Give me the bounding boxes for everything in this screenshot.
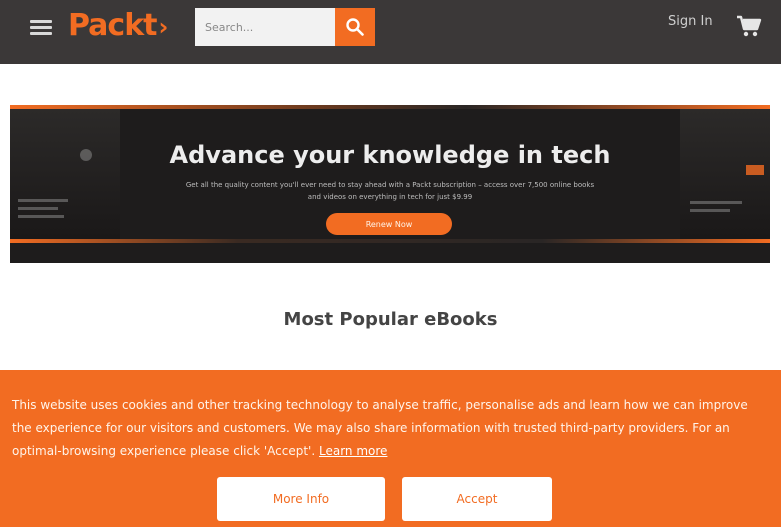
banner-right-decoration [680, 109, 770, 239]
search-button[interactable] [335, 8, 375, 46]
cookie-consent-bar: This website uses cookies and other trac… [0, 370, 781, 527]
logo-chevron-icon: › [158, 13, 169, 41]
banner-title: Advance your knowledge in tech [169, 141, 611, 169]
banner-cta-button[interactable]: Renew Now [326, 213, 452, 235]
banner-left-decoration [10, 109, 120, 239]
learn-more-link[interactable]: Learn more [319, 444, 387, 458]
banner-bottom-stripe [10, 239, 770, 243]
promo-banner: Advance your knowledge in tech Get all t… [10, 105, 770, 263]
search-icon [346, 18, 364, 36]
search-input[interactable] [195, 8, 335, 46]
cart-icon[interactable] [736, 14, 762, 38]
packt-logo[interactable]: Packt› [68, 8, 169, 43]
more-info-button[interactable]: More Info [217, 477, 385, 521]
signin-link[interactable]: Sign In [668, 14, 713, 29]
hamburger-icon[interactable] [30, 20, 52, 40]
section-title: Most Popular eBooks [283, 309, 498, 330]
cookie-text-block: This website uses cookies and other trac… [12, 394, 770, 463]
banner-subtitle: Get all the quality content you'll ever … [185, 181, 595, 201]
site-header: Packt› Sign In [0, 0, 781, 64]
accept-button[interactable]: Accept [402, 477, 552, 521]
logo-text: Packt [68, 8, 158, 43]
banner-top-stripe [10, 105, 770, 109]
